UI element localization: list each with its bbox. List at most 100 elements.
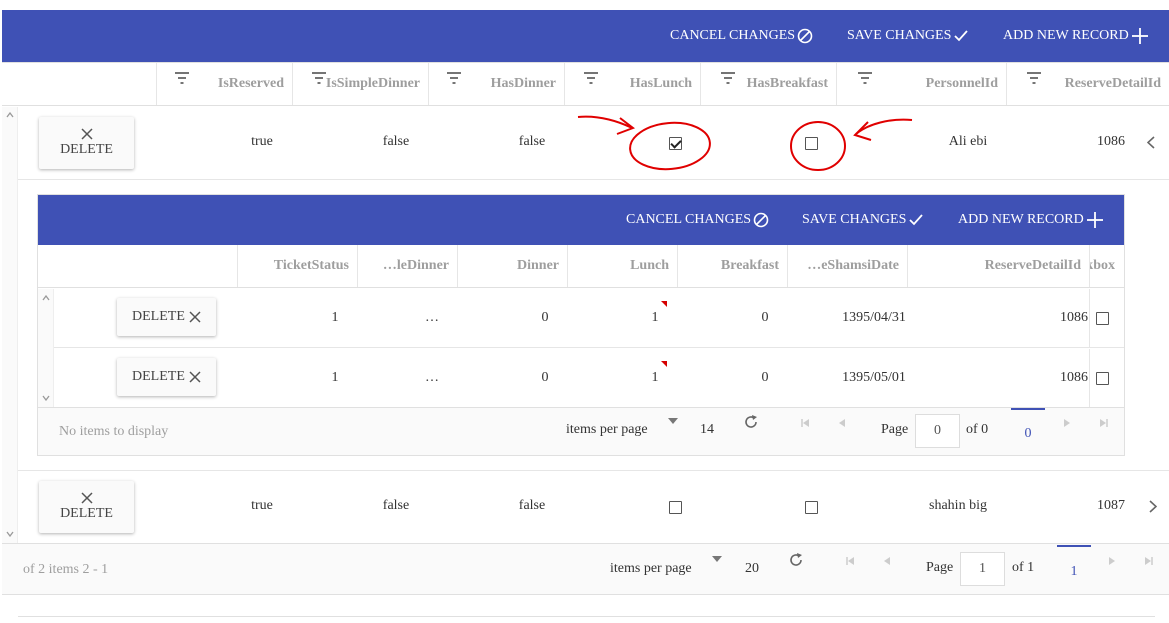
outer-add-new-record-label: ADD NEW RECORD bbox=[1003, 28, 1129, 43]
close-icon bbox=[189, 311, 201, 323]
close-icon bbox=[81, 492, 93, 504]
column-title: HasDinner bbox=[490, 76, 556, 91]
outer-header-issimpledinner[interactable]: IsSimpleDinner bbox=[292, 63, 428, 105]
cell-isreserved: true bbox=[251, 134, 273, 149]
outer-vertical-scrollbar[interactable] bbox=[2, 107, 18, 543]
delete-button[interactable]: DELETE bbox=[39, 481, 134, 533]
previous-page-icon[interactable] bbox=[883, 556, 891, 566]
outer-header-haslunch[interactable]: HasLunch bbox=[564, 63, 700, 105]
nested-header-simpledinner[interactable]: …leDinner bbox=[357, 245, 457, 287]
first-page-icon[interactable] bbox=[845, 556, 855, 566]
nested-vertical-scrollbar[interactable] bbox=[38, 289, 54, 407]
last-page-icon[interactable] bbox=[1099, 418, 1109, 428]
plus-icon bbox=[1131, 28, 1148, 44]
scroll-up-icon[interactable] bbox=[42, 295, 50, 301]
dropdown-arrow-icon[interactable] bbox=[712, 556, 722, 562]
cancel-icon bbox=[753, 212, 769, 228]
filter-icon[interactable] bbox=[720, 72, 736, 84]
hasbreakfast-checkbox[interactable] bbox=[805, 501, 818, 514]
page-size-value[interactable]: 20 bbox=[745, 561, 759, 577]
nested-header-dinner[interactable]: Dinner bbox=[457, 245, 567, 287]
outer-header-hasdinner[interactable]: HasDinner bbox=[428, 63, 564, 105]
cell-breakfast: 0 bbox=[761, 310, 769, 325]
delete-button[interactable]: DELETE bbox=[117, 298, 216, 336]
filter-icon[interactable] bbox=[311, 72, 327, 84]
outer-add-new-record-button[interactable]: ADD NEW RECORD bbox=[1003, 10, 1149, 62]
column-title: …leDinner bbox=[382, 258, 449, 273]
pager-status: No items to display bbox=[59, 424, 169, 439]
pager-status: of 2 items 2 - 1 bbox=[23, 562, 109, 577]
close-icon bbox=[189, 371, 201, 383]
chevron-right-icon[interactable] bbox=[1149, 500, 1157, 513]
nested-header-ticketstatus[interactable]: TicketStatus bbox=[237, 245, 357, 287]
outer-save-changes-label: SAVE CHANGES bbox=[847, 28, 952, 43]
row-checkbox[interactable] bbox=[1096, 312, 1109, 325]
row-divider bbox=[1089, 289, 1090, 348]
cell-reservedetailid: 1087 bbox=[1097, 498, 1125, 513]
filter-icon[interactable] bbox=[446, 72, 462, 84]
cell-isreserved: true bbox=[251, 498, 273, 513]
next-page-icon[interactable] bbox=[1108, 556, 1116, 566]
nested-header-shamsidate[interactable]: …eShamsiDate bbox=[787, 245, 907, 287]
chevron-left-icon[interactable] bbox=[1147, 136, 1155, 149]
column-title: …eShamsiDate bbox=[807, 258, 899, 273]
dropdown-arrow-icon[interactable] bbox=[668, 418, 678, 424]
nested-header-row: TicketStatus …leDinner Dinner Lunch Brea… bbox=[38, 245, 1124, 288]
scroll-down-icon[interactable] bbox=[6, 531, 14, 537]
haslunch-checkbox[interactable] bbox=[669, 501, 682, 514]
nested-cancel-changes-label: CANCEL CHANGES bbox=[626, 212, 752, 227]
current-page-number: 1 bbox=[1070, 564, 1078, 579]
refresh-icon[interactable] bbox=[788, 552, 804, 568]
nested-header-breakfast[interactable]: Breakfast bbox=[677, 245, 787, 287]
nested-cancel-changes-button[interactable]: CANCEL CHANGES bbox=[626, 195, 769, 245]
page-of-label: of 1 bbox=[1012, 560, 1035, 575]
first-page-icon[interactable] bbox=[800, 418, 810, 428]
plus-icon bbox=[1086, 212, 1103, 228]
current-page-indicator[interactable]: 0 bbox=[1011, 408, 1045, 446]
delete-button[interactable]: DELETE bbox=[39, 117, 134, 169]
page-size-value[interactable]: 14 bbox=[700, 422, 714, 438]
row-checkbox[interactable] bbox=[1096, 372, 1109, 385]
filter-icon[interactable] bbox=[583, 72, 599, 84]
cell-issimpledinner: false bbox=[382, 498, 410, 513]
outer-header-command-spacer bbox=[2, 63, 156, 105]
filter-icon[interactable] bbox=[857, 72, 873, 84]
scroll-up-icon[interactable] bbox=[6, 112, 14, 118]
outer-header-reservedetailid[interactable]: ReserveDetailId bbox=[1006, 63, 1169, 105]
cell-simpledinner: … bbox=[425, 310, 439, 325]
scroll-down-icon[interactable] bbox=[42, 395, 50, 401]
nested-save-changes-button[interactable]: SAVE CHANGES bbox=[802, 195, 924, 245]
outer-header-isreserved[interactable]: IsReserved bbox=[156, 63, 292, 105]
nested-add-new-record-button[interactable]: ADD NEW RECORD bbox=[958, 195, 1104, 245]
refresh-icon[interactable] bbox=[743, 414, 759, 430]
nested-header-reservedetailid[interactable]: ReserveDetailId bbox=[907, 245, 1089, 287]
last-page-icon[interactable] bbox=[1144, 556, 1154, 566]
delete-button[interactable]: DELETE bbox=[117, 358, 216, 396]
previous-page-icon[interactable] bbox=[838, 418, 846, 428]
outer-save-changes-button[interactable]: SAVE CHANGES bbox=[847, 10, 969, 62]
cell-dinner: 0 bbox=[541, 310, 549, 325]
column-title: IsSimpleDinner bbox=[325, 76, 420, 91]
outer-pager: of 2 items 2 - 1 items per page 20 Page … bbox=[2, 543, 1169, 595]
page-number-input[interactable] bbox=[960, 552, 1005, 586]
row-divider bbox=[1089, 349, 1090, 407]
outer-header-row: IsReserved IsSimpleDinner HasDinner HasL… bbox=[2, 62, 1169, 106]
nested-header-checkbox[interactable]: …kbox bbox=[1089, 245, 1124, 287]
page-label: Page bbox=[881, 422, 909, 437]
next-page-icon[interactable] bbox=[1063, 418, 1071, 428]
outer-header-personnelid[interactable]: PersonnelId bbox=[836, 63, 1006, 105]
filter-icon[interactable] bbox=[1026, 72, 1042, 84]
filter-icon[interactable] bbox=[174, 72, 190, 84]
current-page-indicator[interactable]: 1 bbox=[1057, 545, 1091, 585]
nested-header-lunch[interactable]: Lunch bbox=[567, 245, 677, 287]
cell-shamsidate: 1395/05/01 bbox=[842, 370, 906, 385]
column-title: TicketStatus bbox=[273, 258, 349, 273]
outer-toolbar: CANCEL CHANGES SAVE CHANGES ADD NEW RECO… bbox=[2, 10, 1169, 62]
delete-label: DELETE bbox=[132, 309, 185, 324]
items-per-page-label: items per page bbox=[610, 561, 692, 576]
cell-reservedetailid: 1086 bbox=[1097, 134, 1125, 149]
outer-header-hasbreakfast[interactable]: HasBreakfast bbox=[700, 63, 836, 105]
page-number-input[interactable] bbox=[915, 414, 960, 448]
outer-cancel-changes-button[interactable]: CANCEL CHANGES bbox=[670, 10, 813, 62]
column-title: HasBreakfast bbox=[746, 76, 828, 91]
